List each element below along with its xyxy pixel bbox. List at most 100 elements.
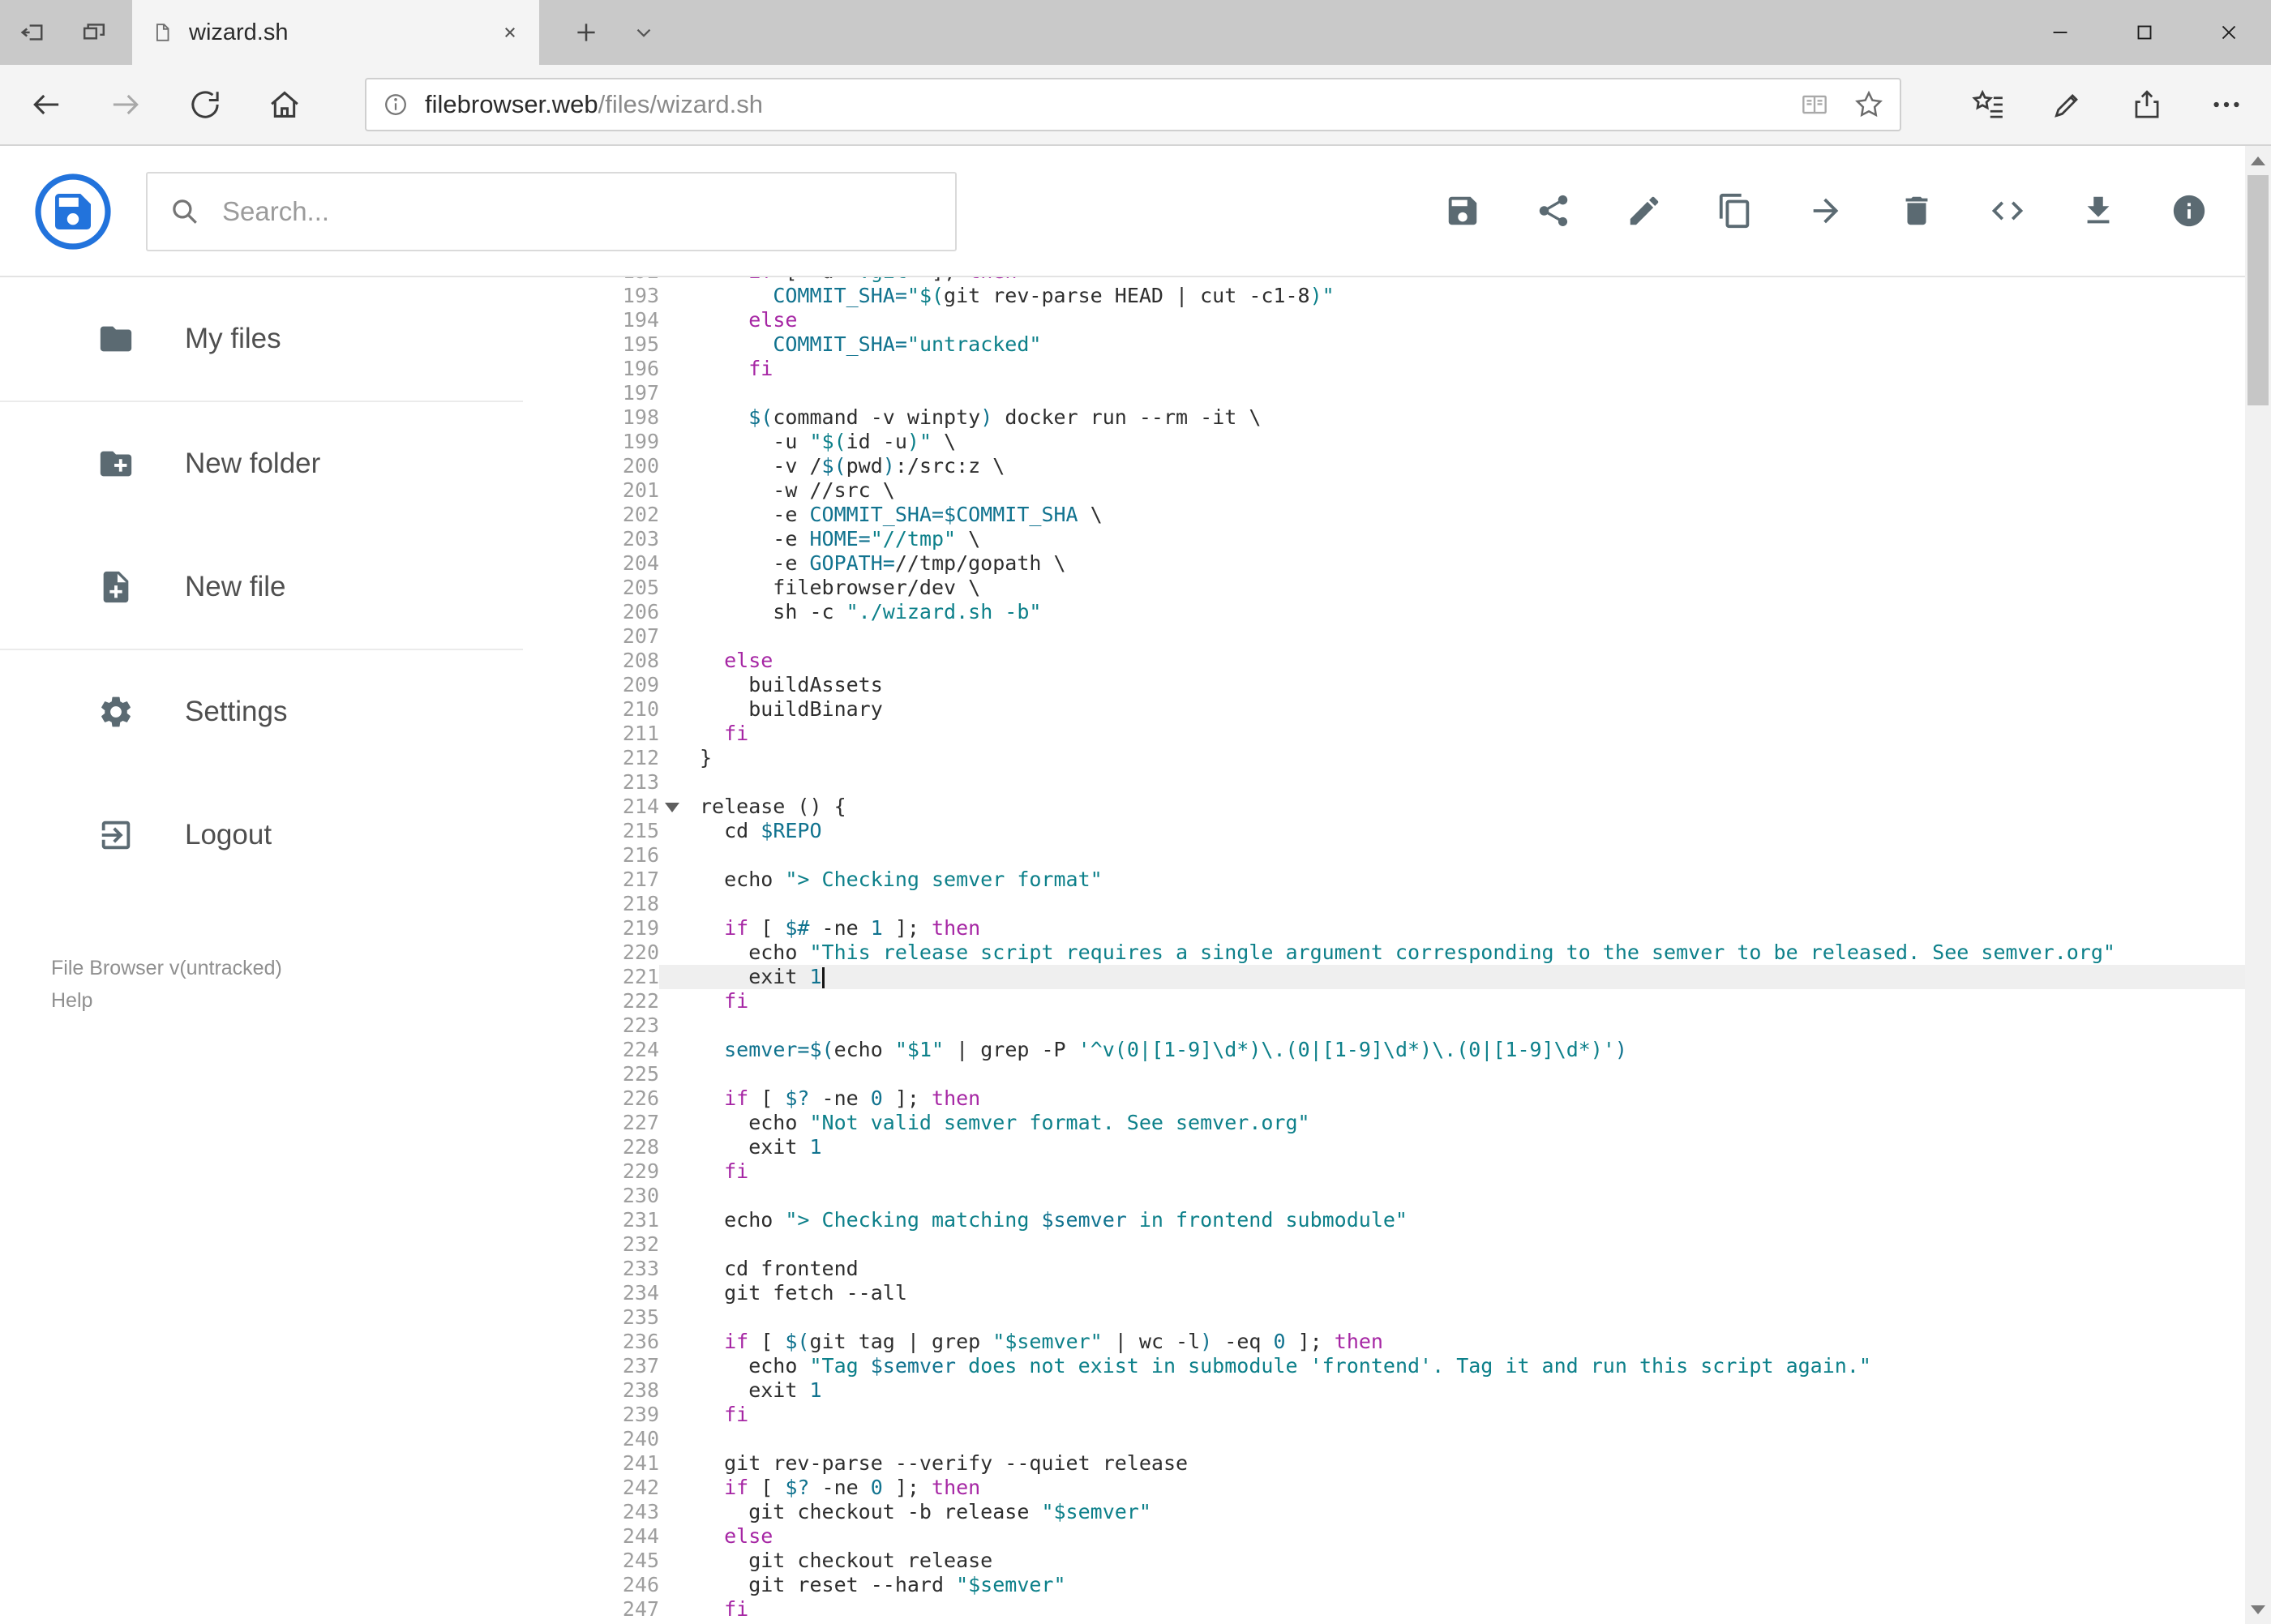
code-line-217[interactable]: 217 echo "> Checking semver format": [523, 868, 2245, 892]
code-line-244[interactable]: 244 else: [523, 1524, 2245, 1549]
code-line-206[interactable]: 206 sh -c "./wizard.sh -b": [523, 600, 2245, 624]
sidebar-item-new-folder[interactable]: New folder: [0, 402, 523, 525]
code-line-194[interactable]: 194 else: [523, 308, 2245, 332]
code-line-219[interactable]: 219 if [ $# -ne 1 ]; then: [523, 916, 2245, 941]
hub-favorites-button[interactable]: [1948, 65, 2028, 144]
save-button[interactable]: [1444, 192, 1481, 229]
browser-tab-wizard-sh[interactable]: wizard.sh: [132, 0, 539, 65]
search-bar[interactable]: [146, 172, 957, 251]
code-line-208[interactable]: 208 else: [523, 649, 2245, 673]
code-line-200[interactable]: 200 -v /$(pwd):/src:z \: [523, 454, 2245, 478]
code-line-199[interactable]: 199 -u "$(id -u)" \: [523, 430, 2245, 454]
share-button[interactable]: [2107, 65, 2187, 144]
code-line-204[interactable]: 204 -e GOPATH=//tmp/gopath \: [523, 551, 2245, 576]
code-line-223[interactable]: 223: [523, 1013, 2245, 1038]
scrollbar-thumb[interactable]: [2247, 175, 2269, 405]
code-line-236[interactable]: 236 if [ $(git tag | grep "$semver" | wc…: [523, 1330, 2245, 1354]
back-button[interactable]: [6, 65, 86, 144]
code-line-228[interactable]: 228 exit 1: [523, 1135, 2245, 1159]
code-line-212[interactable]: 212}: [523, 746, 2245, 770]
refresh-button[interactable]: [165, 65, 245, 144]
code-line-233[interactable]: 233 cd frontend: [523, 1257, 2245, 1281]
code-line-201[interactable]: 201 -w //src \: [523, 478, 2245, 503]
code-line-224[interactable]: 224 semver=$(echo "$1" | grep -P '^v(0|[…: [523, 1038, 2245, 1062]
code-line-207[interactable]: 207: [523, 624, 2245, 649]
code-line-209[interactable]: 209 buildAssets: [523, 673, 2245, 697]
sidebar-item-logout[interactable]: Logout: [0, 773, 523, 897]
info-button[interactable]: [2170, 192, 2208, 229]
address-bar[interactable]: filebrowser.web/files/wizard.sh: [365, 78, 1901, 131]
code-line-220[interactable]: 220 echo "This release script requires a…: [523, 941, 2245, 965]
raw-code-button[interactable]: [1989, 192, 2026, 229]
code-line-234[interactable]: 234 git fetch --all: [523, 1281, 2245, 1305]
code-line-192[interactable]: 192 if [ -d ".git" ]; then: [523, 277, 2245, 284]
forward-button[interactable]: [86, 65, 165, 144]
code-line-235[interactable]: 235: [523, 1305, 2245, 1330]
code-line-215[interactable]: 215 cd $REPO: [523, 819, 2245, 843]
code-line-230[interactable]: 230: [523, 1184, 2245, 1208]
code-line-198[interactable]: 198 $(command -v winpty) docker run --rm…: [523, 405, 2245, 430]
rename-button[interactable]: [1626, 192, 1663, 229]
code-line-241[interactable]: 241 git rev-parse --verify --quiet relea…: [523, 1451, 2245, 1476]
code-line-238[interactable]: 238 exit 1: [523, 1378, 2245, 1403]
code-line-239[interactable]: 239 fi: [523, 1403, 2245, 1427]
tab-close-icon[interactable]: [499, 21, 521, 44]
code-line-231[interactable]: 231 echo "> Checking matching $semver in…: [523, 1208, 2245, 1232]
move-button[interactable]: [1807, 192, 1845, 229]
code-line-226[interactable]: 226 if [ $? -ne 0 ]; then: [523, 1086, 2245, 1111]
tab-previews-toggle[interactable]: [618, 0, 670, 65]
code-line-227[interactable]: 227 echo "Not valid semver format. See s…: [523, 1111, 2245, 1135]
code-line-243[interactable]: 243 git checkout -b release "$semver": [523, 1500, 2245, 1524]
web-note-button[interactable]: [2028, 65, 2107, 144]
sidebar-item-settings[interactable]: Settings: [0, 650, 523, 773]
code-line-222[interactable]: 222 fi: [523, 989, 2245, 1013]
filebrowser-logo[interactable]: [34, 173, 112, 251]
code-line-205[interactable]: 205 filebrowser/dev \: [523, 576, 2245, 600]
window-close-button[interactable]: [2187, 0, 2271, 65]
set-tabs-aside-button[interactable]: [6, 0, 58, 65]
tabs-set-aside-button[interactable]: [68, 0, 120, 65]
code-line-210[interactable]: 210 buildBinary: [523, 697, 2245, 722]
code-line-232[interactable]: 232: [523, 1232, 2245, 1257]
sidebar-item-new-file[interactable]: New file: [0, 525, 523, 649]
code-line-196[interactable]: 196 fi: [523, 357, 2245, 381]
code-line-213[interactable]: 213: [523, 770, 2245, 795]
site-info-icon[interactable]: [381, 90, 410, 119]
code-line-247[interactable]: 247 fi: [523, 1597, 2245, 1622]
scrollbar-up-arrow[interactable]: [2245, 148, 2271, 174]
code-line-245[interactable]: 245 git checkout release: [523, 1549, 2245, 1573]
code-line-216[interactable]: 216: [523, 843, 2245, 868]
page-scrollbar[interactable]: [2245, 146, 2271, 1624]
more-options-button[interactable]: [2187, 65, 2266, 144]
delete-button[interactable]: [1898, 192, 1935, 229]
code-line-202[interactable]: 202 -e COMMIT_SHA=$COMMIT_SHA \: [523, 503, 2245, 527]
window-minimize-button[interactable]: [2018, 0, 2102, 65]
code-line-246[interactable]: 246 git reset --hard "$semver": [523, 1573, 2245, 1597]
code-line-218[interactable]: 218: [523, 892, 2245, 916]
fold-arrow-icon[interactable]: [665, 803, 679, 812]
add-favorite-star-icon[interactable]: [1853, 88, 1885, 121]
home-button[interactable]: [245, 65, 324, 144]
window-maximize-button[interactable]: [2102, 0, 2187, 65]
sidebar-item-my-files[interactable]: My files: [0, 277, 523, 401]
code-line-229[interactable]: 229 fi: [523, 1159, 2245, 1184]
url-text[interactable]: filebrowser.web/files/wizard.sh: [425, 90, 1785, 119]
code-editor[interactable]: 192 if [ -d ".git" ]; then193 COMMIT_SHA…: [523, 277, 2245, 1624]
copy-button[interactable]: [1716, 192, 1754, 229]
help-link[interactable]: Help: [51, 984, 523, 1017]
scrollbar-down-arrow[interactable]: [2245, 1596, 2271, 1622]
code-line-221[interactable]: 221 exit 1: [523, 965, 2245, 989]
download-button[interactable]: [2080, 192, 2117, 229]
new-tab-button[interactable]: [558, 0, 615, 65]
share-button[interactable]: [1535, 192, 1572, 229]
code-line-242[interactable]: 242 if [ $? -ne 0 ]; then: [523, 1476, 2245, 1500]
code-line-203[interactable]: 203 -e HOME="//tmp" \: [523, 527, 2245, 551]
search-input[interactable]: [222, 196, 934, 227]
code-line-211[interactable]: 211 fi: [523, 722, 2245, 746]
code-line-214[interactable]: 214 release () {: [523, 795, 2245, 819]
code-line-193[interactable]: 193 COMMIT_SHA="$(git rev-parse HEAD | c…: [523, 284, 2245, 308]
code-line-197[interactable]: 197: [523, 381, 2245, 405]
code-line-195[interactable]: 195 COMMIT_SHA="untracked": [523, 332, 2245, 357]
reading-view-icon[interactable]: [1799, 89, 1830, 120]
code-line-240[interactable]: 240: [523, 1427, 2245, 1451]
